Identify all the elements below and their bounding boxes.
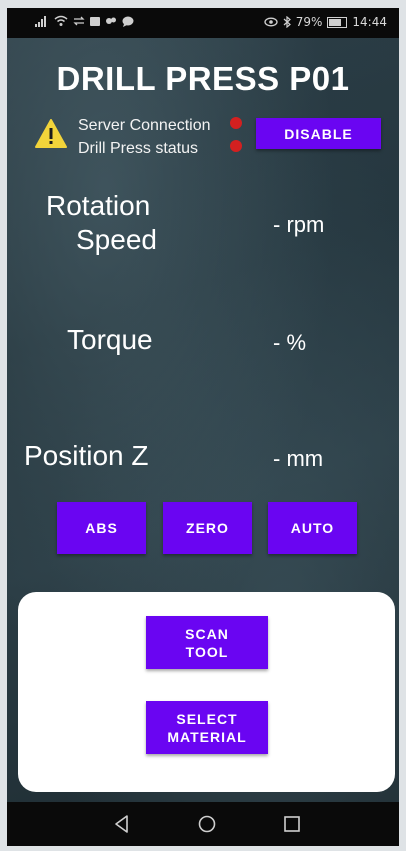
select-material-line2: MATERIAL (167, 728, 247, 745)
app-content: DRILL PRESS P01 Server Connection Drill … (7, 38, 399, 802)
warning-icon (35, 119, 67, 148)
battery-percent: 79% (295, 15, 323, 29)
select-material-button[interactable]: SELECT MATERIAL (146, 701, 268, 754)
wifi-icon (54, 15, 68, 26)
phone-screen: 79% 14:44 DRILL PRESS P01 Server Connect… (7, 8, 399, 846)
position-z-label: Position Z (24, 440, 149, 471)
battery-icon (327, 16, 348, 28)
auto-button[interactable]: AUTO (268, 502, 357, 554)
drill-status-indicator (230, 140, 242, 152)
connection-status-labels: Server Connection Drill Press status (78, 114, 211, 160)
rotation-speed-label: Rotation Speed (46, 190, 157, 256)
chat-icon (122, 16, 134, 27)
torque-label: Torque (67, 324, 153, 355)
rotation-label-line1: Rotation (46, 190, 151, 221)
select-material-line1: SELECT (176, 710, 238, 727)
status-right-icons: 79% 14:44 (264, 15, 387, 29)
server-connection-label: Server Connection (78, 117, 211, 134)
torque-value: - % (273, 330, 306, 355)
status-left-icons (35, 15, 134, 27)
signal-icon (35, 15, 49, 27)
rotation-label-line2: Speed (76, 224, 157, 255)
server-status-indicator (230, 117, 242, 129)
mail-icon (90, 16, 100, 26)
back-icon[interactable] (112, 814, 132, 834)
abs-button[interactable]: ABS (57, 502, 146, 554)
recents-icon[interactable] (282, 814, 302, 834)
rotation-speed-value: - rpm (273, 212, 325, 237)
bluetooth-icon (283, 16, 291, 28)
page-title: DRILL PRESS P01 (56, 60, 350, 97)
scan-tool-line2: TOOL (185, 643, 229, 660)
disable-button[interactable]: DISABLE (256, 118, 381, 149)
zero-button[interactable]: ZERO (163, 502, 252, 554)
scan-tool-button[interactable]: SCAN TOOL (146, 616, 268, 669)
navigation-bar (7, 802, 399, 846)
drill-press-status-label: Drill Press status (78, 140, 199, 157)
home-icon[interactable] (197, 814, 217, 834)
scan-tool-line1: SCAN (185, 625, 229, 642)
position-z-value: - mm (273, 446, 324, 471)
link-icon (106, 17, 116, 24)
data-icon (73, 16, 85, 26)
eye-icon (264, 17, 278, 27)
status-bar: 79% 14:44 (7, 8, 399, 38)
clock: 14:44 (352, 15, 387, 29)
action-card: SCAN TOOL SELECT MATERIAL (18, 592, 395, 792)
